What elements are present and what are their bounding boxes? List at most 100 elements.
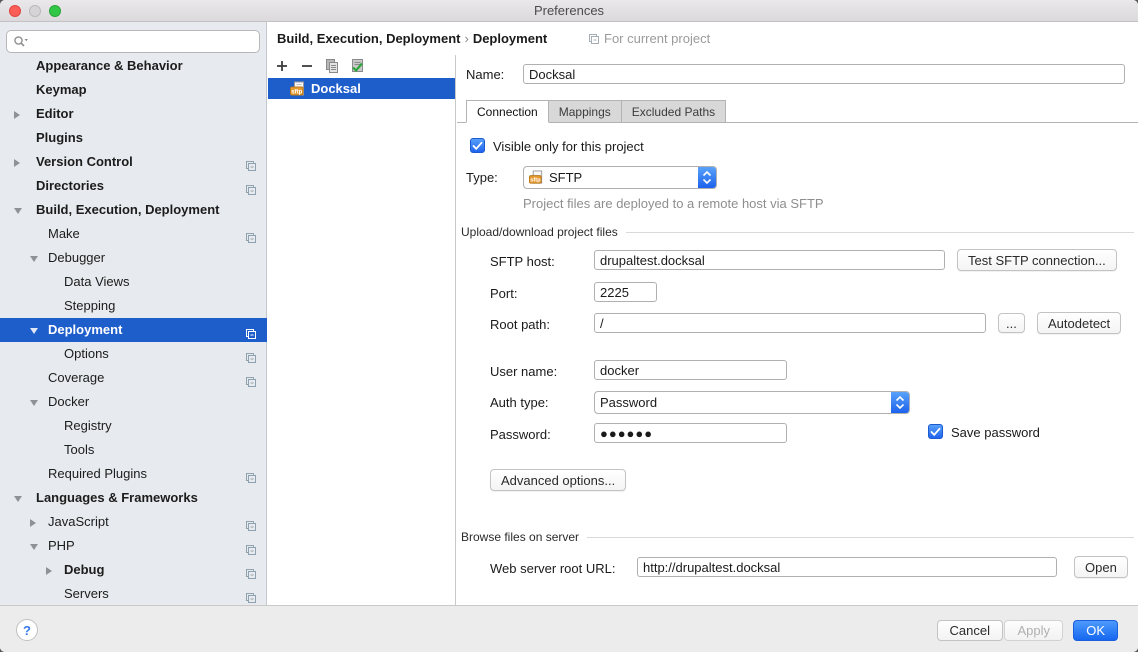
svg-text:sftp: sftp [291, 89, 302, 95]
sidebar-item-label: Coverage [48, 366, 104, 390]
add-icon[interactable] [274, 58, 290, 74]
remove-icon[interactable] [299, 58, 315, 74]
shared-config-icon [245, 516, 257, 528]
open-url-button[interactable]: Open [1074, 556, 1128, 578]
sidebar-item-php[interactable]: PHP [0, 534, 267, 558]
breadcrumb-build-execution-deployment[interactable]: Build, Execution, Deployment [277, 31, 460, 46]
apply-button[interactable]: Apply [1004, 620, 1063, 641]
tab-mappings[interactable]: Mappings [549, 100, 622, 123]
sidebar-item-label: Version Control [36, 150, 133, 174]
sidebar-item-label: Required Plugins [48, 462, 147, 486]
sftp-host-label: SFTP host: [490, 254, 555, 269]
title-bar: Preferences [0, 0, 1138, 22]
sidebar-item-make[interactable]: Make [0, 222, 267, 246]
sidebar-item-stepping[interactable]: Stepping [0, 294, 267, 318]
breadcrumb: Build, Execution, Deployment›Deployment … [268, 22, 1138, 55]
chevron-right-icon[interactable] [14, 111, 20, 119]
ok-button[interactable]: OK [1073, 620, 1118, 641]
shared-config-icon [245, 228, 257, 240]
type-help-text: Project files are deployed to a remote h… [523, 196, 824, 211]
sidebar-item-label: Languages & Frameworks [36, 486, 198, 510]
shared-config-icon [245, 156, 257, 168]
sftp-host-input[interactable] [594, 250, 945, 270]
chevron-down-icon[interactable] [30, 544, 38, 550]
chevron-down-icon[interactable] [14, 208, 22, 214]
shared-config-icon [588, 33, 600, 45]
sidebar-item-appearance-behavior[interactable]: Appearance & Behavior [0, 54, 267, 78]
sidebar-item-debug[interactable]: Debug [0, 558, 267, 582]
tab-connection[interactable]: Connection [466, 100, 549, 123]
user-name-label: User name: [490, 364, 557, 379]
type-label: Type: [466, 170, 498, 185]
copy-icon[interactable] [324, 58, 340, 74]
browse-root-path-button[interactable]: ... [998, 313, 1025, 333]
port-input[interactable] [594, 282, 657, 302]
breadcrumb-deployment[interactable]: Deployment [473, 31, 547, 46]
search-options-arrow-icon [25, 39, 29, 41]
sidebar-item-plugins[interactable]: Plugins [0, 126, 267, 150]
sidebar-item-label: Debugger [48, 246, 105, 270]
for-current-project-indicator: For current project [588, 31, 710, 46]
use-as-default-icon[interactable] [349, 58, 365, 74]
sidebar-item-debugger[interactable]: Debugger [0, 246, 267, 270]
tab-excluded-paths[interactable]: Excluded Paths [622, 100, 726, 123]
password-input[interactable] [594, 423, 787, 443]
sidebar-item-editor[interactable]: Editor [0, 102, 267, 126]
sidebar-item-keymap[interactable]: Keymap [0, 78, 267, 102]
sidebar-item-label: Directories [36, 174, 104, 198]
settings-search-box[interactable] [6, 30, 260, 53]
save-password-checkbox[interactable] [928, 424, 943, 439]
type-dropdown[interactable]: sftp SFTP [523, 166, 717, 189]
check-icon [472, 141, 483, 151]
chevron-down-icon[interactable] [30, 400, 38, 406]
sidebar-item-build-execution-deployment[interactable]: Build, Execution, Deployment [0, 198, 267, 222]
shared-config-icon [245, 180, 257, 192]
server-name: Docksal [311, 81, 361, 96]
sidebar-item-label: Appearance & Behavior [36, 54, 183, 78]
sidebar-item-javascript[interactable]: JavaScript [0, 510, 267, 534]
chevron-right-icon[interactable] [30, 519, 36, 527]
autodetect-button[interactable]: Autodetect [1037, 312, 1121, 334]
chevron-down-icon[interactable] [14, 496, 22, 502]
chevron-down-icon[interactable] [30, 328, 38, 334]
sidebar-item-registry[interactable]: Registry [0, 414, 267, 438]
sidebar-item-deployment[interactable]: Deployment [0, 318, 267, 342]
search-input[interactable] [29, 34, 259, 49]
sidebar-item-version-control[interactable]: Version Control [0, 150, 267, 174]
sidebar-item-label: Editor [36, 102, 74, 126]
chevron-down-icon[interactable] [30, 256, 38, 262]
auth-type-dropdown[interactable]: Password [594, 391, 910, 414]
sidebar-item-directories[interactable]: Directories [0, 174, 267, 198]
sidebar-item-languages-frameworks[interactable]: Languages & Frameworks [0, 486, 267, 510]
sidebar-item-label: Keymap [36, 78, 87, 102]
sidebar-item-data-views[interactable]: Data Views [0, 270, 267, 294]
chevron-right-icon[interactable] [14, 159, 20, 167]
server-list-item-docksal[interactable]: sftp Docksal [268, 78, 455, 99]
root-path-input[interactable] [594, 313, 986, 333]
name-input[interactable] [523, 64, 1125, 84]
help-button[interactable]: ? [16, 619, 38, 641]
sidebar-item-docker[interactable]: Docker [0, 390, 267, 414]
sidebar-item-options[interactable]: Options [0, 342, 267, 366]
deployment-servers-panel: sftp Docksal [268, 55, 456, 605]
sidebar-item-tools[interactable]: Tools [0, 438, 267, 462]
sidebar-item-label: Registry [64, 414, 112, 438]
dropdown-stepper-icon [891, 392, 909, 413]
chevron-right-icon[interactable] [46, 567, 52, 575]
root-path-label: Root path: [490, 317, 550, 332]
password-label: Password: [490, 427, 551, 442]
sidebar-item-coverage[interactable]: Coverage [0, 366, 267, 390]
web-root-input[interactable] [637, 557, 1057, 577]
advanced-options-button[interactable]: Advanced options... [490, 469, 626, 491]
help-icon: ? [23, 623, 31, 638]
user-name-input[interactable] [594, 360, 787, 380]
test-sftp-connection-button[interactable]: Test SFTP connection... [957, 249, 1117, 271]
sidebar-item-required-plugins[interactable]: Required Plugins [0, 462, 267, 486]
window-title: Preferences [0, 3, 1138, 18]
preferences-window: Preferences Appearance & BehaviorKeymapE… [0, 0, 1138, 652]
cancel-button[interactable]: Cancel [937, 620, 1003, 641]
sidebar-item-label: Options [64, 342, 109, 366]
shared-config-icon [245, 540, 257, 552]
visible-only-checkbox[interactable] [470, 138, 485, 153]
sidebar-item-servers[interactable]: Servers [0, 582, 267, 606]
